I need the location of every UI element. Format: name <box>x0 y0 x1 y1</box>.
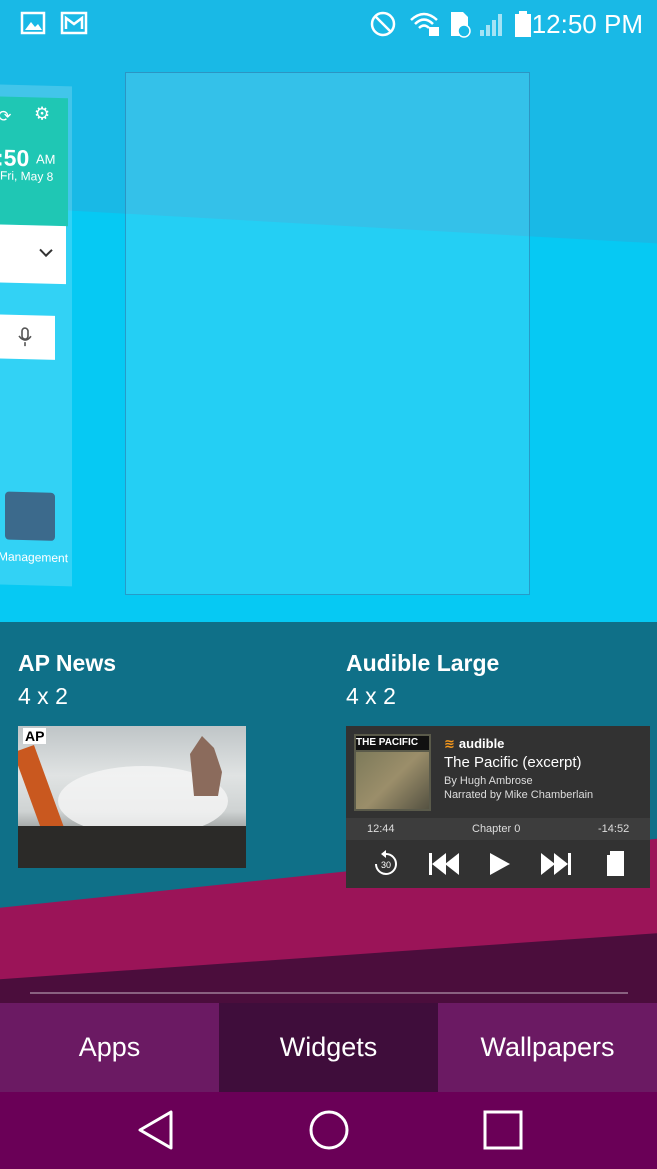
audible-brand-text: audible <box>458 736 505 751</box>
previous-home-screen-preview[interactable]: :50 AM Fri, May 8 ⟳ ⚙ Management <box>0 83 72 587</box>
next-track-icon[interactable] <box>540 852 572 883</box>
skip-back-label: 30 <box>381 860 391 870</box>
chapter-label: Chapter 0 <box>472 823 521 835</box>
preview-search-box <box>0 313 55 360</box>
gmail-icon <box>60 10 88 41</box>
skip-back-30-icon[interactable]: 30 <box>372 850 400 885</box>
status-clock: 12:50 PM <box>531 9 643 39</box>
home-screen-drop-zone[interactable] <box>125 72 530 595</box>
playback-controls: 30 <box>346 840 650 888</box>
status-bar: 12:50 PM <box>0 0 657 48</box>
widget-name: AP News <box>18 650 117 676</box>
sd-card-icon <box>448 10 472 43</box>
book-title: The Pacific (excerpt) <box>444 754 582 771</box>
widget-tray: AP News 4 x 2 AP Audible Large 4 x 2 THE… <box>0 622 657 1002</box>
tab-widgets[interactable]: Widgets <box>219 1003 438 1092</box>
elapsed-time: 12:44 <box>367 823 395 835</box>
progress-bar: 12:44 Chapter 0 -14:52 <box>346 818 650 840</box>
cover-title: THE PACIFIC <box>356 736 429 750</box>
signal-icon <box>478 10 506 43</box>
do-not-disturb-icon <box>369 10 397 43</box>
book-cover: THE PACIFIC <box>354 734 431 811</box>
back-icon[interactable] <box>136 1109 176 1156</box>
battery-icon <box>514 10 532 43</box>
management-folder-icon <box>5 491 55 541</box>
play-icon[interactable] <box>489 852 511 883</box>
book-narrator: Narrated by Mike Chamberlain <box>444 789 594 801</box>
widget-size: 4 x 2 <box>346 683 396 709</box>
ap-badge: AP <box>23 728 47 744</box>
wifi-lock-icon <box>409 10 441 43</box>
widget-audible-large[interactable]: Audible Large 4 x 2 THE PACIFIC ≋ audible… <box>346 622 650 888</box>
tab-apps[interactable]: Apps <box>0 1003 219 1092</box>
ap-news-preview-image[interactable]: AP <box>18 726 246 868</box>
widget-size: 4 x 2 <box>18 683 68 709</box>
audible-preview[interactable]: THE PACIFIC ≋ audible The Pacific (excerp… <box>346 726 650 888</box>
bookmark-icon[interactable] <box>606 850 626 885</box>
widget-ap-news[interactable]: AP News 4 x 2 AP <box>18 622 246 868</box>
audible-logo-icon: ≋ <box>444 736 455 751</box>
recent-apps-icon[interactable] <box>482 1109 524 1156</box>
remaining-time: -14:52 <box>598 823 630 835</box>
preview-ampm: AM <box>36 151 56 167</box>
refresh-icon: ⟳ <box>0 108 12 126</box>
tray-divider <box>30 992 628 994</box>
mic-icon <box>18 327 32 347</box>
gear-icon: ⚙ <box>34 103 51 124</box>
preview-dropdown-box <box>0 223 66 285</box>
home-icon[interactable] <box>308 1109 350 1156</box>
preview-date: Fri, May 8 <box>0 168 54 184</box>
tab-wallpapers[interactable]: Wallpapers <box>438 1003 657 1092</box>
gallery-icon <box>20 10 46 41</box>
widget-name: Audible Large <box>346 650 500 676</box>
management-label: Management <box>0 549 69 566</box>
edit-mode-tabs: Apps Widgets Wallpapers <box>0 1003 657 1092</box>
book-author: By Hugh Ambrose <box>444 775 533 787</box>
previous-track-icon[interactable] <box>428 852 460 883</box>
audible-brand: ≋ audible <box>444 736 504 752</box>
navigation-bar <box>0 1092 657 1169</box>
